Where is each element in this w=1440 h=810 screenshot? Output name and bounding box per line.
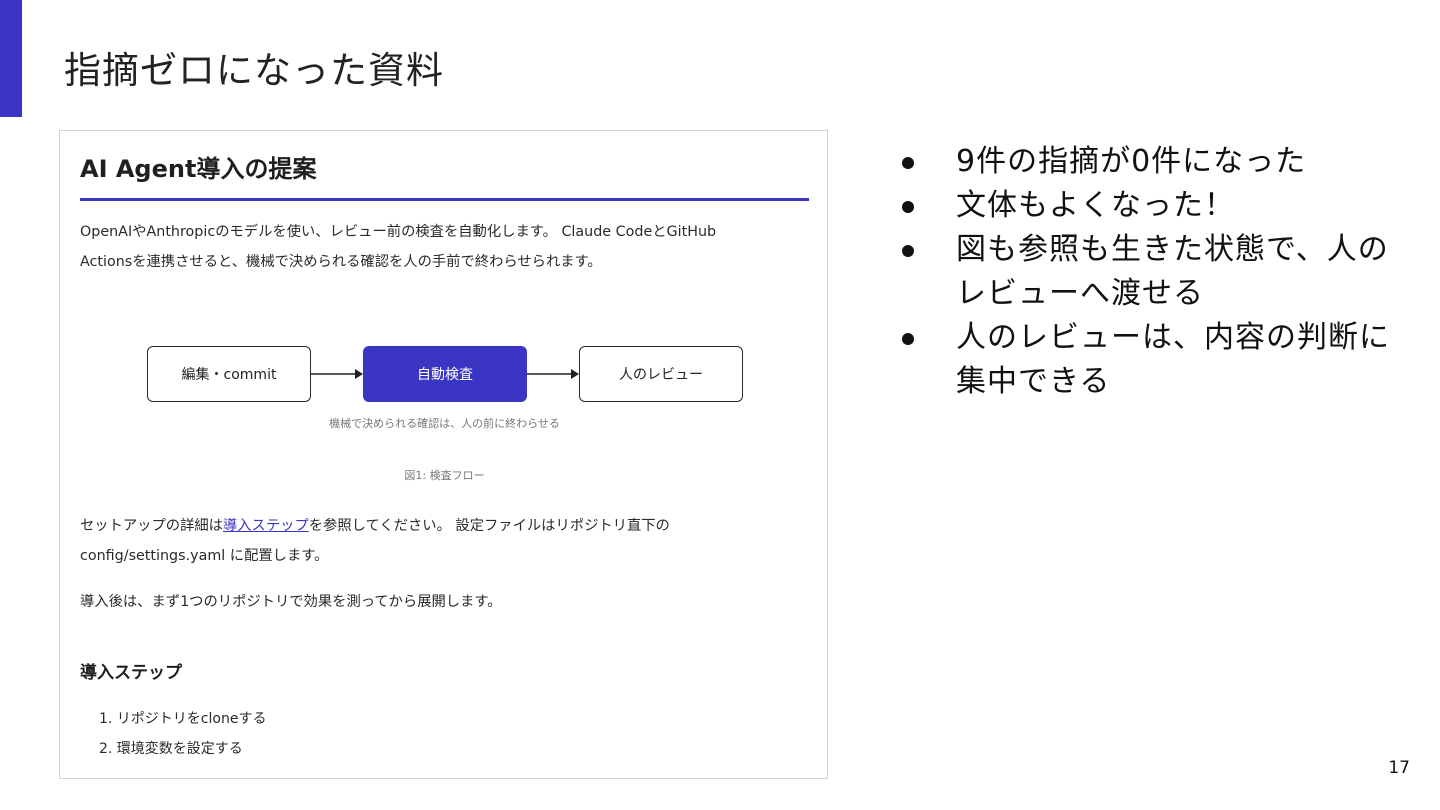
steps-heading: 導入ステップ bbox=[80, 663, 182, 683]
intro-line-2: Actionsを連携させると、機械で決められる確認を人の手前で終わらせられます。 bbox=[80, 254, 602, 270]
bullet-item: 9件の指摘が0件になった bbox=[898, 140, 1398, 184]
setup-paragraph: セットアップの詳細は導入ステップを参照してください。 設定ファイルはリポジトリ直… bbox=[80, 511, 670, 571]
flow-step-auto-check: 自動検査 bbox=[363, 346, 527, 402]
flow-step-edit-commit: 編集・commit bbox=[147, 346, 311, 402]
arrow-right-icon bbox=[527, 369, 579, 379]
flow-caption: 機械で決められる確認は、人の前に終わらせる bbox=[329, 417, 560, 430]
steps-list: 1. リポジトリをcloneする 2. 環境変数を設定する bbox=[99, 704, 266, 764]
bullet-item: 文体もよくなった！ bbox=[898, 184, 1398, 228]
figure-caption: 図1: 検査フロー bbox=[404, 469, 485, 482]
intro-paragraph: OpenAIやAnthropicのモデルを使い、レビュー前の検査を自動化します。… bbox=[80, 217, 716, 277]
bullet-list: 9件の指摘が0件になった 文体もよくなった！ 図も参照も生きた状態で、人のレビュ… bbox=[898, 140, 1398, 404]
title-divider bbox=[80, 198, 809, 201]
arrow-right-icon bbox=[311, 369, 363, 379]
setup-steps-link[interactable]: 導入ステップ bbox=[223, 518, 309, 534]
list-item: 1. リポジトリをcloneする bbox=[99, 711, 267, 727]
list-item: 2. 環境変数を設定する bbox=[99, 741, 243, 757]
intro-line-1: OpenAIやAnthropicのモデルを使い、レビュー前の検査を自動化します。… bbox=[80, 224, 717, 240]
bullet-item: 人のレビューは、内容の判断に集中できる bbox=[898, 316, 1398, 404]
bullet-dot-icon bbox=[902, 201, 914, 213]
flow-step-human-review: 人のレビュー bbox=[579, 346, 743, 402]
bullet-dot-icon bbox=[902, 333, 914, 345]
setup-suffix: を参照してください。 設定ファイルはリポジトリ直下の bbox=[308, 518, 670, 534]
accent-bar bbox=[0, 0, 22, 117]
setup-prefix: セットアップの詳細は bbox=[80, 518, 223, 534]
rollout-paragraph: 導入後は、まず1つのリポジトリで効果を測ってから展開します。 bbox=[80, 594, 502, 610]
setup-line-2: config/settings.yaml に配置します。 bbox=[80, 548, 329, 564]
bullet-dot-icon bbox=[902, 245, 914, 257]
document-title: AI Agent導入の提案 bbox=[80, 155, 317, 183]
page-number: 17 bbox=[1388, 758, 1410, 778]
slide-title: 指摘ゼロになった資料 bbox=[64, 49, 444, 92]
bullet-item: 図も参照も生きた状態で、人のレビューへ渡せる bbox=[898, 228, 1398, 316]
document-screenshot: AI Agent導入の提案 OpenAIやAnthropicのモデルを使い、レビ… bbox=[59, 130, 828, 779]
bullet-dot-icon bbox=[902, 157, 914, 169]
